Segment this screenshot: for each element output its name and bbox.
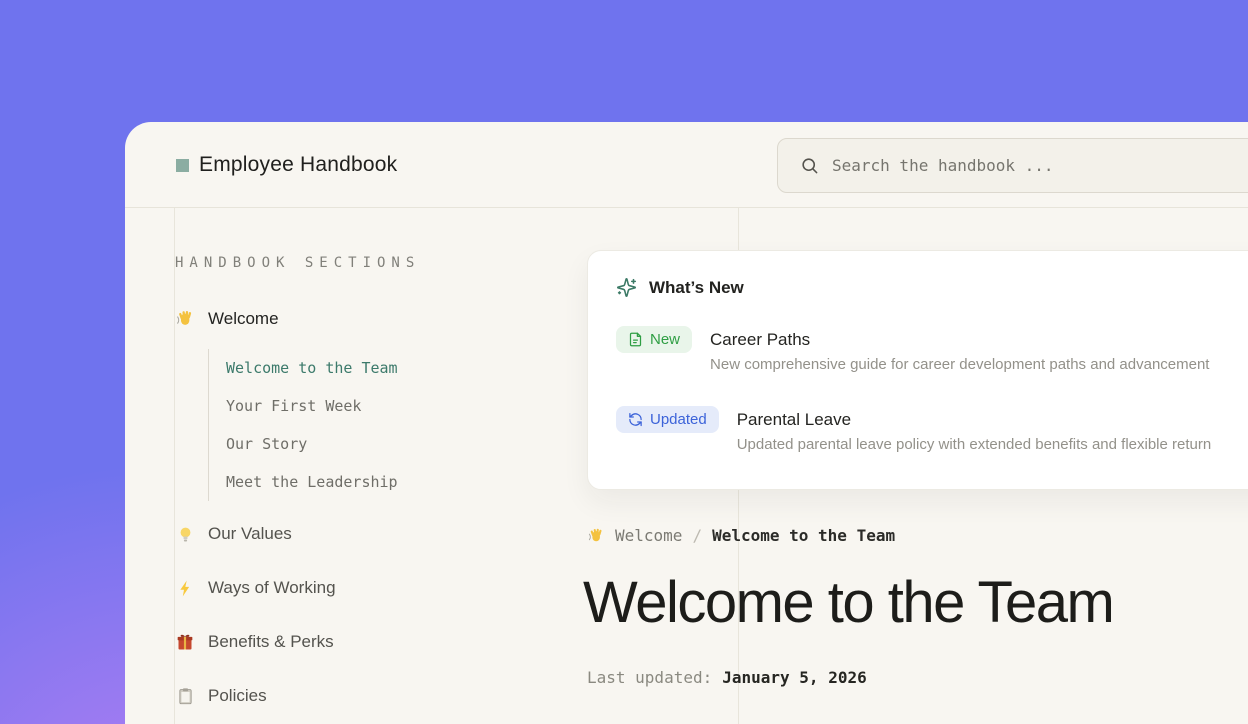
sidebar-item-label: Policies [208,686,267,706]
sidebar-item-benefits-perks[interactable]: Benefits & Perks [175,630,555,654]
wave-icon [587,527,605,545]
search-icon [800,156,819,175]
sidebar-subitem-meet-the-leadership[interactable]: Meet the Leadership [226,463,555,501]
sidebar-item-label: Our Values [208,524,292,544]
breadcrumb-section[interactable]: Welcome [615,526,682,545]
page-title: Welcome to the Team [583,571,1113,635]
news-item-description: New comprehensive guide for career devel… [710,356,1209,373]
badge-label: Updated [650,411,707,428]
sidebar-sublist-welcome: Welcome to the Team Your First Week Our … [208,349,555,501]
lightbulb-icon [175,524,195,544]
app-header: Employee Handbook [125,122,1248,208]
sidebar-section-label: HANDBOOK SECTIONS [175,255,555,271]
sidebar-item-label: Benefits & Perks [208,632,334,652]
last-updated-label: Last updated: [587,668,712,687]
news-text: Parental Leave Updated parental leave po… [737,406,1211,453]
sidebar-subitem-welcome-to-the-team[interactable]: Welcome to the Team [226,349,555,387]
last-updated: Last updated: January 5, 2026 [587,668,867,687]
sidebar-item-label: Ways of Working [208,578,336,598]
news-row-parental-leave[interactable]: Updated Parental Leave Updated parental … [616,406,1248,453]
sidebar-subitem-your-first-week[interactable]: Your First Week [226,387,555,425]
wave-icon [175,309,195,329]
sidebar-item-our-values[interactable]: Our Values [175,522,555,546]
last-updated-value: January 5, 2026 [722,668,867,687]
sidebar: HANDBOOK SECTIONS Welcome [175,208,555,708]
whats-new-list: New Career Paths New comprehensive guide… [616,326,1248,453]
sidebar-item-ways-of-working[interactable]: Ways of Working [175,576,555,600]
news-item-title: Parental Leave [737,406,1211,433]
lightning-icon [175,578,195,598]
file-text-icon [628,332,643,347]
news-row-career-paths[interactable]: New Career Paths New comprehensive guide… [616,326,1248,373]
employee-handbook-app: { "header": { "brand": "Employee Handboo… [0,0,1248,724]
brand-square-icon [176,159,189,172]
whats-new-panel: What’s New New Career Paths New comprehe… [587,250,1248,490]
breadcrumb-separator: / [692,526,702,545]
refresh-icon [628,412,643,427]
sparkles-icon [616,277,637,298]
news-text: Career Paths New comprehensive guide for… [710,326,1209,373]
app-title: Employee Handbook [199,153,397,177]
breadcrumb: Welcome / Welcome to the Team [587,526,895,545]
new-badge: New [616,326,692,353]
gift-icon [175,632,195,652]
handbook-window: Employee Handbook HANDBOOK SECTIONS [125,122,1248,724]
clipboard-icon [175,686,195,706]
brand: Employee Handbook [176,122,397,208]
news-item-title: Career Paths [710,326,1209,353]
badge-label: New [650,331,680,348]
sidebar-item-label: Welcome [208,309,279,329]
sidebar-item-policies[interactable]: Policies [175,684,555,708]
sidebar-subitem-our-story[interactable]: Our Story [226,425,555,463]
breadcrumb-page: Welcome to the Team [712,526,895,545]
whats-new-title: What’s New [649,278,744,298]
updated-badge: Updated [616,406,719,433]
whats-new-header: What’s New [616,277,1248,298]
search-box[interactable] [777,138,1248,193]
news-item-description: Updated parental leave policy with exten… [737,436,1211,453]
sidebar-nav: Welcome Welcome to the Team Your First W… [175,307,555,708]
sidebar-item-welcome[interactable]: Welcome [175,307,555,331]
search-input[interactable] [832,156,1248,175]
